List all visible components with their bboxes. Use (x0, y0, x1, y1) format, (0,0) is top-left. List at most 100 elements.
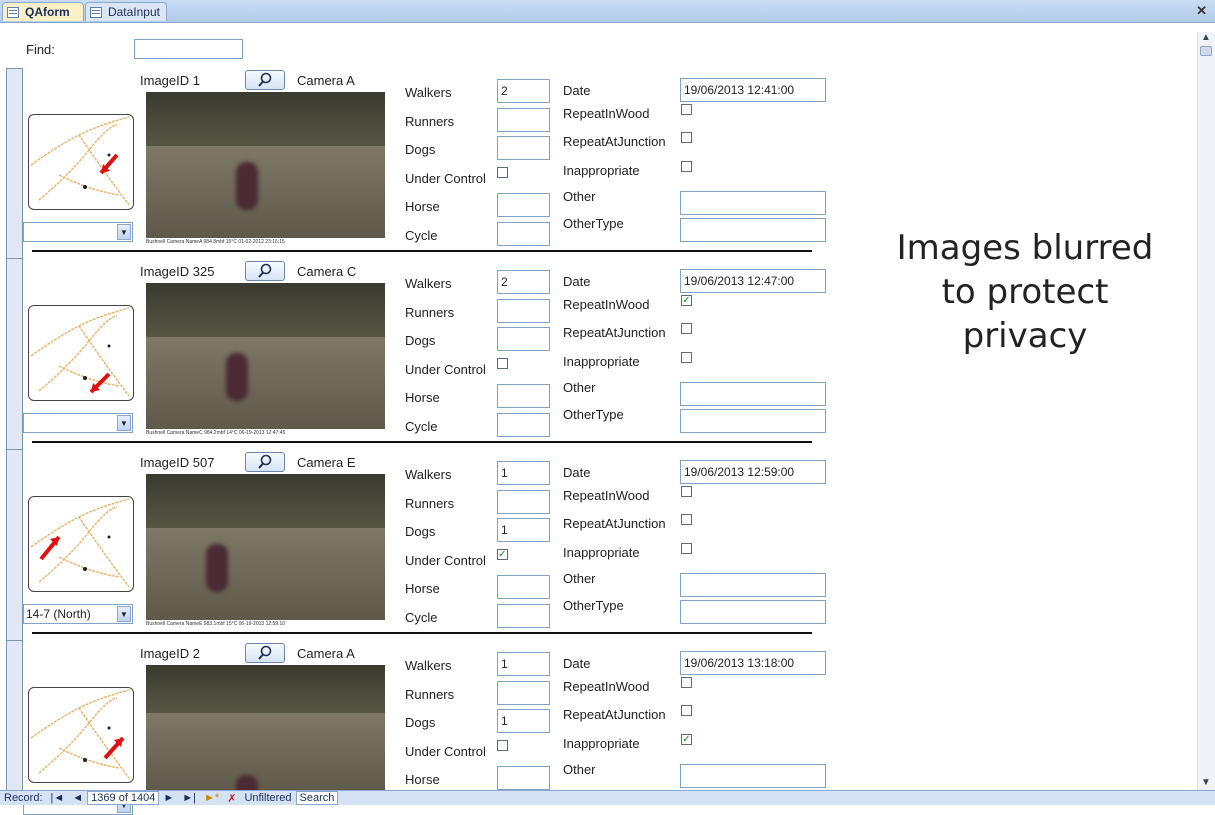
horse-label: Horse (405, 581, 440, 596)
image-id: ImageID 507 (140, 455, 215, 470)
walkers-field[interactable]: 1 (497, 652, 550, 676)
filter-icon[interactable]: ✗ (223, 792, 240, 805)
inappropriate-checkbox[interactable] (681, 542, 692, 554)
date-field[interactable]: 19/06/2013 12:59:00 (680, 460, 826, 484)
other-type-field[interactable] (680, 408, 826, 433)
repeat-at-junction-checkbox[interactable] (681, 705, 692, 716)
horse-label: Horse (405, 199, 440, 214)
other-label: Other (563, 571, 596, 586)
tab-datainput[interactable]: DataInput (85, 2, 167, 21)
other-type-field[interactable] (680, 599, 826, 624)
inappropriate-label: Inappropriate (563, 735, 640, 751)
scroll-down-icon[interactable]: ▼ (1201, 777, 1211, 788)
runners-field[interactable] (497, 298, 550, 323)
repeat-in-wood-checkbox[interactable] (681, 485, 692, 497)
inappropriate-checkbox[interactable]: ✓ (681, 733, 692, 745)
next-record-icon[interactable]: ► (159, 792, 178, 804)
date-field[interactable]: 19/06/2013 12:47:00 (680, 269, 826, 293)
horse-field[interactable] (497, 384, 550, 408)
prev-record-icon[interactable]: ◄ (68, 792, 87, 804)
dogs-field[interactable] (497, 136, 550, 160)
other-field[interactable] (680, 764, 826, 788)
find-input[interactable] (134, 39, 243, 59)
zoom-button[interactable] (245, 70, 285, 90)
runners-field[interactable] (497, 489, 550, 514)
repeat-in-wood-checkbox[interactable] (681, 103, 692, 115)
scroll-thumb[interactable] (1200, 46, 1212, 56)
scroll-up-icon[interactable]: ▲ (1201, 32, 1211, 43)
filter-status[interactable]: Unfiltered (240, 792, 295, 804)
tab-qaform[interactable]: QAform (2, 2, 84, 21)
horse-field[interactable] (497, 766, 550, 790)
other-type-field[interactable] (680, 217, 826, 242)
date-field[interactable]: 19/06/2013 13:18:00 (680, 651, 826, 675)
other-field[interactable] (680, 382, 826, 406)
chevron-down-icon[interactable]: ▼ (117, 415, 131, 431)
under-control-label: Under Control (405, 743, 486, 759)
repeat-at-junction-checkbox[interactable] (681, 132, 692, 143)
walkers-field[interactable]: 2 (497, 79, 550, 103)
vertical-scrollbar[interactable]: ▲ ▼ (1197, 32, 1215, 790)
record-separator (32, 250, 812, 252)
direction-select[interactable]: ▼ (23, 222, 133, 242)
runners-field[interactable] (497, 680, 550, 705)
under-control-checkbox[interactable] (497, 739, 508, 751)
runners-field[interactable] (497, 107, 550, 132)
walkers-label: Walkers (405, 467, 452, 482)
walkers-field[interactable]: 1 (497, 461, 550, 485)
runners-label: Runners (405, 686, 455, 702)
repeat-at-junction-label: RepeatAtJunction (563, 325, 666, 340)
route-map (28, 114, 134, 210)
inappropriate-checkbox[interactable] (681, 160, 692, 172)
cycle-field[interactable] (497, 412, 550, 437)
chevron-down-icon[interactable]: ▼ (117, 224, 131, 240)
repeat-in-wood-checkbox[interactable]: ✓ (681, 294, 692, 306)
magnifier-icon (258, 645, 272, 660)
dogs-field[interactable] (497, 327, 550, 351)
tab-datainput-label: DataInput (107, 5, 160, 19)
repeat-at-junction-checkbox[interactable] (681, 514, 692, 525)
repeat-at-junction-checkbox[interactable] (681, 323, 692, 334)
under-control-checkbox[interactable]: ✓ (497, 548, 508, 560)
repeat-in-wood-checkbox[interactable] (681, 676, 692, 688)
map-drawing (30, 116, 130, 206)
chevron-down-icon[interactable]: ▼ (117, 606, 131, 622)
under-control-label: Under Control (405, 170, 486, 186)
cycle-field[interactable] (497, 603, 550, 628)
horse-field[interactable] (497, 575, 550, 599)
last-record-icon[interactable]: ►| (178, 792, 200, 804)
record-separator (32, 441, 812, 443)
dogs-field[interactable]: 1 (497, 518, 550, 542)
close-icon[interactable]: ✕ (1196, 3, 1207, 19)
new-record-icon[interactable]: ►* (200, 792, 223, 804)
dogs-field[interactable]: 1 (497, 709, 550, 733)
record-selector-divider (6, 449, 23, 450)
direction-select[interactable]: ▼ (23, 413, 133, 433)
direction-select[interactable]: 14-7 (North) ▼ (23, 604, 133, 624)
zoom-button[interactable] (245, 452, 285, 472)
walkers-field[interactable]: 2 (497, 270, 550, 294)
current-record-field[interactable]: 1369 of 1404 (87, 791, 160, 805)
camera-photo: Bushnell Camera NameC 984.2mbf 14°C 06-1… (146, 283, 385, 438)
other-field[interactable] (680, 191, 826, 215)
horse-field[interactable] (497, 193, 550, 217)
zoom-button[interactable] (245, 643, 285, 663)
inappropriate-checkbox[interactable] (681, 351, 692, 363)
tab-qaform-label: QAform (25, 5, 70, 19)
date-field[interactable]: 19/06/2013 12:41:00 (680, 78, 826, 102)
other-field[interactable] (680, 573, 826, 597)
repeat-at-junction-label: RepeatAtJunction (563, 516, 666, 531)
inappropriate-label: Inappropriate (563, 162, 640, 178)
cycle-field[interactable] (497, 221, 550, 246)
under-control-checkbox[interactable] (497, 166, 508, 178)
record-selector-bar[interactable] (6, 68, 23, 792)
under-control-label: Under Control (405, 552, 486, 568)
find-label: Find: (26, 42, 55, 57)
dogs-label: Dogs (405, 333, 436, 348)
under-control-checkbox[interactable] (497, 357, 508, 369)
other-type-label: OtherType (563, 597, 624, 613)
search-field[interactable]: Search (295, 791, 339, 805)
zoom-button[interactable] (245, 261, 285, 281)
first-record-icon[interactable]: |◄ (47, 792, 69, 804)
runners-label: Runners (405, 495, 455, 511)
